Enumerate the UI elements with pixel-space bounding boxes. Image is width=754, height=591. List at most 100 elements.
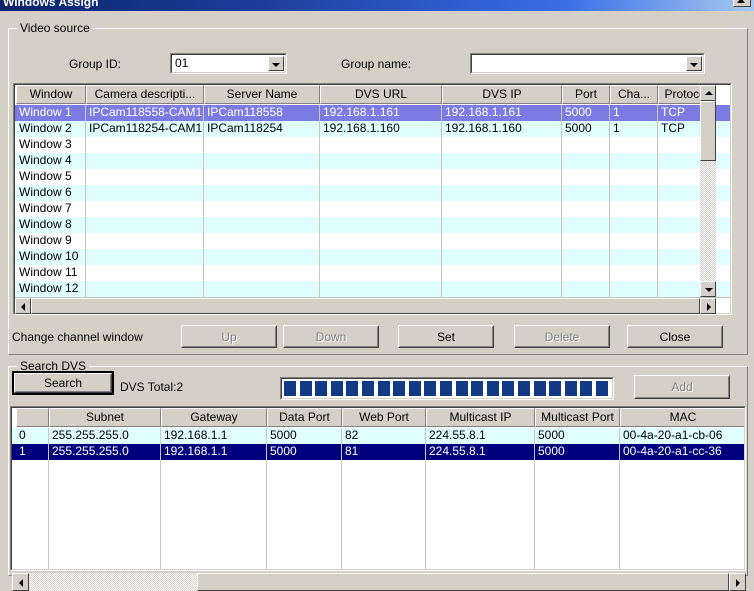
table-row[interactable]: Window 2 IPCam118254-CAM1 IPCam118254 192.1… [15, 121, 730, 137]
progress-segment [580, 381, 593, 396]
hscroll-right-button[interactable] [700, 298, 716, 314]
table-row[interactable] [12, 508, 744, 524]
cell-multicast_ip: 224.55.8.1 [426, 428, 535, 444]
cell-window: Window 10 [16, 249, 86, 265]
cell-window: Window 7 [16, 201, 86, 217]
column-header-subnet[interactable]: Subnet [49, 408, 161, 427]
set-button[interactable]: Set [398, 325, 494, 348]
cell-multicast_port [535, 524, 620, 540]
cell-ip [442, 217, 562, 233]
column-header-cha[interactable]: Cha... [610, 85, 658, 104]
search-button[interactable]: Search [12, 371, 114, 395]
cell-port [562, 281, 610, 297]
video-source-vscrollbar[interactable] [700, 85, 716, 297]
table-row[interactable] [12, 460, 744, 476]
hscroll-thumb[interactable] [31, 298, 700, 314]
cell-server [204, 217, 320, 233]
column-header-mac[interactable]: MAC [620, 408, 744, 427]
column-header-port[interactable]: Port [562, 85, 610, 104]
triangle-up-icon [705, 91, 713, 95]
up-button[interactable]: Up [181, 325, 277, 348]
delete-button[interactable]: Delete [514, 325, 610, 348]
table-row[interactable]: Window 8 [15, 217, 730, 233]
vscroll-up-button[interactable] [700, 85, 716, 101]
cell-url [320, 137, 442, 153]
cell-subnet [49, 460, 161, 476]
group-name-combo[interactable] [470, 53, 705, 74]
table-row[interactable]: Window 9 [15, 233, 730, 249]
cell-data_port [267, 492, 342, 508]
column-header-multicast-ip[interactable]: Multicast IP [426, 408, 535, 427]
cell-multicast_ip [426, 556, 535, 569]
column-header-gateway[interactable]: Gateway [161, 408, 267, 427]
cell-url [320, 217, 442, 233]
table-row[interactable]: Window 7 [15, 201, 730, 217]
cell-url [320, 249, 442, 265]
cell-subnet: 255.255.255.0 [49, 428, 161, 444]
cell-gateway [161, 460, 267, 476]
table-row[interactable]: 0 255.255.255.0 192.168.1.1 5000 82 224.55.8.… [12, 428, 744, 444]
table-row[interactable] [12, 540, 744, 556]
column-header-camera-descripti[interactable]: Camera descripti... [86, 85, 204, 104]
vscroll-down-button[interactable] [700, 281, 716, 297]
cell-data_port [267, 508, 342, 524]
cell-channel [610, 185, 658, 201]
hscroll-left-button[interactable] [15, 298, 31, 314]
column-header-server-name[interactable]: Server Name [204, 85, 320, 104]
progress-segment [284, 381, 296, 396]
cell-multicast_ip [426, 460, 535, 476]
column-header-index[interactable] [16, 408, 49, 427]
bottom-hscroll-thumb[interactable] [197, 573, 729, 591]
table-row[interactable]: Window 3 [15, 137, 730, 153]
cell-window: Window 4 [16, 153, 86, 169]
search-dvs-hscrollbar[interactable] [12, 573, 746, 591]
table-row[interactable]: Window 11 [15, 265, 730, 281]
vscroll-thumb[interactable] [700, 101, 716, 161]
progress-segment [549, 381, 562, 396]
progress-segment [533, 381, 546, 396]
table-row[interactable] [12, 556, 744, 569]
progress-segment [518, 381, 530, 396]
table-row[interactable]: Window 12 [15, 281, 730, 297]
column-header-dvs-url[interactable]: DVS URL [320, 85, 442, 104]
cell-channel: 1 [610, 121, 658, 137]
group-id-combo[interactable]: 01 [170, 53, 287, 74]
cell-ip [442, 153, 562, 169]
close-button[interactable]: Close [627, 325, 723, 348]
search-dvs-list[interactable]: Subnet Gateway Data Port Web Port Multicast … [10, 406, 746, 571]
column-header-window[interactable]: Window [16, 85, 86, 104]
cell-port [562, 185, 610, 201]
progress-segment [362, 381, 374, 396]
window-title-bar[interactable]: Windows Assign [0, 0, 754, 11]
table-row[interactable]: Window 10 [15, 249, 730, 265]
cell-camera [86, 201, 204, 217]
group-id-dropdown-button[interactable] [268, 56, 284, 71]
table-row[interactable]: 1 255.255.255.0 192.168.1.1 5000 81 224.55.8.… [12, 444, 744, 460]
column-header-multicast-port[interactable]: Multicast Port [535, 408, 620, 427]
cell-server [204, 153, 320, 169]
video-source-hscrollbar[interactable] [15, 298, 716, 314]
table-row[interactable]: Window 1 IPCam118558-CAM1 IPCam118558 192.1… [15, 105, 730, 121]
group-name-dropdown-button[interactable] [686, 56, 702, 71]
down-button[interactable]: Down [283, 325, 379, 348]
bottom-hscroll-left-button[interactable] [12, 573, 29, 591]
cell-server [204, 281, 320, 297]
triangle-left-icon [21, 303, 25, 311]
table-row[interactable]: Window 5 [15, 169, 730, 185]
bottom-hscroll-right-button[interactable] [729, 573, 746, 591]
column-header-dvs-ip[interactable]: DVS IP [442, 85, 562, 104]
column-header-data-port[interactable]: Data Port [267, 408, 342, 427]
cell-camera: IPCam118558-CAM1 [86, 105, 204, 121]
table-row[interactable]: Window 6 [15, 185, 730, 201]
maximize-restore-button[interactable] [733, 0, 751, 7]
cell-url: 192.168.1.161 [320, 105, 442, 121]
table-row[interactable] [12, 524, 744, 540]
video-source-list[interactable]: Window Camera descripti... Server Name DVS … [13, 83, 732, 315]
table-row[interactable]: Window 4 [15, 153, 730, 169]
cell-data_port: 5000 [267, 428, 342, 444]
cell-channel [610, 233, 658, 249]
table-row[interactable] [12, 492, 744, 508]
table-row[interactable] [12, 476, 744, 492]
add-button[interactable]: Add [634, 375, 730, 399]
column-header-web-port[interactable]: Web Port [342, 408, 426, 427]
